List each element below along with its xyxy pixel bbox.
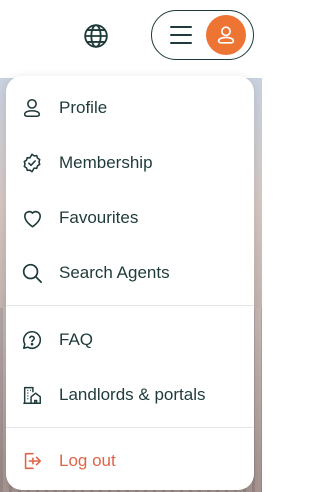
heart-icon [20,206,44,230]
menu-item-faq[interactable]: FAQ [6,318,254,362]
menu-item-membership[interactable]: Membership [6,141,254,185]
badge-check-icon [20,151,44,175]
menu-item-log-out[interactable]: Log out [6,439,254,483]
menu-divider [6,427,254,428]
account-menu-toggle[interactable] [151,10,254,60]
menu-item-label: Log out [59,451,116,470]
globe-icon [84,24,108,48]
menu-divider [6,305,254,306]
menu-item-label: Landlords & portals [59,385,206,404]
menu-item-profile[interactable]: Profile [6,86,254,130]
hamburger-icon [170,26,192,44]
user-icon [20,96,44,120]
menu-item-landlords-portals[interactable]: Landlords & portals [6,373,254,417]
search-icon [20,261,44,285]
buildings-icon [20,383,44,407]
avatar [206,15,246,55]
account-dropdown-menu: Profile Membership Favourites Search Age… [6,76,254,490]
top-navigation-bar [0,0,262,78]
logout-icon [20,449,44,473]
menu-item-label: Profile [59,98,108,117]
menu-item-label: Membership [59,153,153,172]
menu-item-label: Search Agents [59,263,170,282]
user-icon [217,26,235,44]
menu-item-label: FAQ [59,330,94,349]
menu-item-label: Favourites [59,208,139,227]
language-selector-button[interactable] [82,22,110,50]
question-bubble-icon [20,328,44,352]
menu-item-favourites[interactable]: Favourites [6,196,254,240]
menu-item-search-agents[interactable]: Search Agents [6,251,254,295]
